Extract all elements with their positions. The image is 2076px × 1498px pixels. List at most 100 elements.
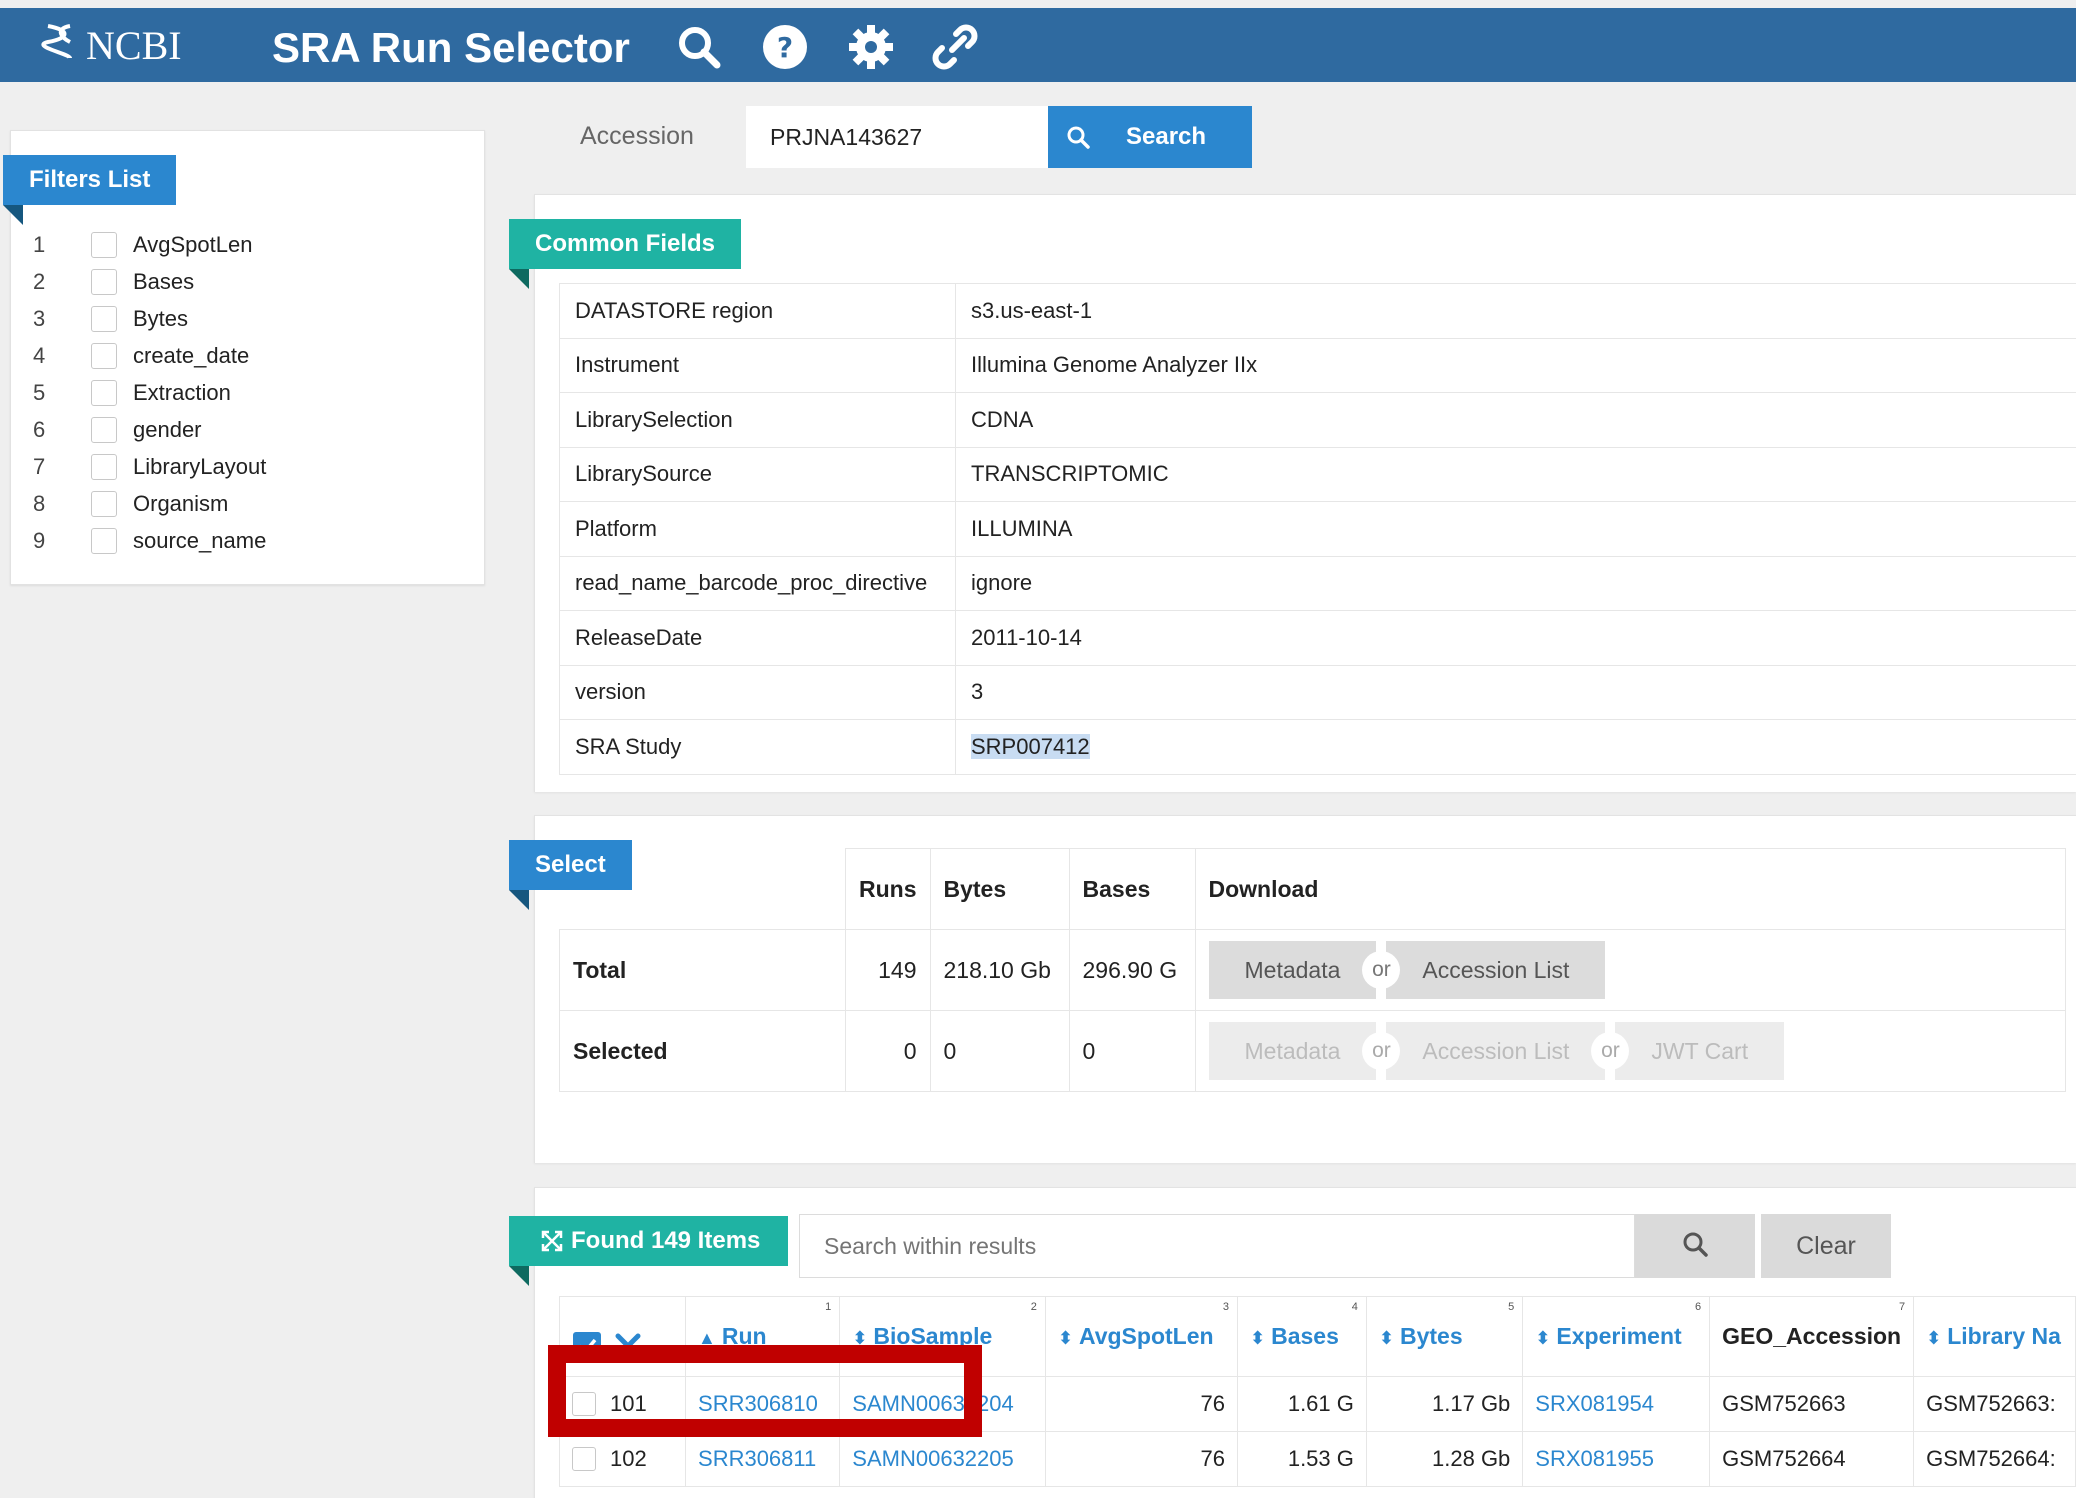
filter-checkbox[interactable] [91, 379, 117, 406]
field-key: LibrarySelection [559, 392, 956, 447]
field-key: DATASTORE region [559, 283, 956, 338]
search-icon[interactable] [674, 22, 724, 72]
select-panel: Select Runs Bytes Bases Download Total 1… [509, 815, 2076, 1163]
column-header-experiment[interactable]: ⬍ Experiment 6 [1522, 1296, 1711, 1377]
column-header-label: Library Na [1947, 1323, 2061, 1349]
field-key: read_name_barcode_proc_directive [559, 555, 956, 611]
field-value: ignore [955, 555, 2076, 611]
avgspotlen-cell: 76 [1044, 1376, 1239, 1432]
download-header: Download [1194, 848, 2066, 930]
filters-list-title: Filters List [29, 166, 151, 193]
jwt-cart-button[interactable]: JWT Cart [1615, 1022, 1785, 1080]
column-header-label: Bases [1271, 1323, 1339, 1349]
selected-metadata-button[interactable]: Metadata [1208, 1022, 1377, 1080]
column-header-avgspotlen[interactable]: ⬍ AvgSpotLen 3 [1044, 1296, 1239, 1377]
column-header-label: AvgSpotLen [1078, 1323, 1214, 1349]
filter-item[interactable]: 5 Extraction [33, 374, 266, 411]
field-key: version [559, 664, 956, 720]
selected-accession-list-button[interactable]: Accession List [1386, 1022, 1606, 1080]
geo-accession-cell: GSM752664 [1709, 1431, 1915, 1487]
filter-checkbox[interactable] [91, 416, 117, 443]
filter-item-label: LibraryLayout [133, 453, 267, 479]
selected-download-cell: Metadata or Accession List or JWT Cart [1194, 1010, 2066, 1092]
filter-item[interactable]: 3 Bytes [33, 300, 266, 337]
field-key: LibrarySource [559, 446, 956, 502]
filter-checkbox[interactable] [91, 490, 117, 517]
sra-study-link[interactable]: SRP007412 [971, 733, 1090, 759]
column-header-bytes[interactable]: ⬍ Bytes 5 [1365, 1296, 1524, 1377]
total-metadata-button[interactable]: Metadata [1208, 941, 1377, 999]
filter-item-label: Bases [133, 268, 195, 294]
filter-checkbox[interactable] [91, 231, 117, 258]
expand-icon[interactable] [541, 1230, 563, 1252]
bases-cell: 1.61 G [1237, 1376, 1367, 1432]
filter-item[interactable]: 9 source_name [33, 522, 266, 559]
filter-checkbox[interactable] [91, 453, 117, 480]
column-number: 5 [1508, 1301, 1515, 1313]
field-key: Instrument [559, 337, 956, 393]
column-header-geo-accession[interactable]: GEO_Accession 7 [1709, 1296, 1915, 1377]
filter-item[interactable]: 8 Organism [33, 485, 266, 522]
top-header: NCBI SRA Run Selector ? [0, 8, 2076, 82]
total-accession-list-button[interactable]: Accession List [1386, 941, 1606, 999]
table-row[interactable]: 102 SRR306811 SAMN00632205 76 1.53 G 1.2… [558, 1431, 2076, 1487]
column-number: 7 [1898, 1301, 1906, 1313]
bases-cell: 1.53 G [1237, 1431, 1367, 1487]
filter-checkbox[interactable] [91, 527, 117, 554]
column-header-library-name[interactable]: ⬍ Library Na [1913, 1296, 2076, 1377]
sort-icon: ⬍ [1250, 1328, 1266, 1348]
sort-icon: ⬍ [1926, 1328, 1942, 1348]
accession-label: Accession [580, 122, 694, 150]
filter-item-label: Bytes [133, 305, 189, 331]
common-field-row: LibrarySelection CDNA [559, 392, 2076, 447]
filter-checkbox[interactable] [91, 305, 117, 332]
link-icon[interactable] [930, 22, 980, 72]
filter-item[interactable]: 2 Bases [33, 263, 266, 300]
row-checkbox[interactable] [572, 1447, 596, 1471]
total-label: Total [559, 929, 846, 1011]
search-icon [1682, 1231, 1708, 1262]
help-icon[interactable]: ? [760, 22, 810, 72]
filter-item-label: AvgSpotLen [133, 231, 253, 257]
svg-text:?: ? [777, 31, 793, 64]
accession-input[interactable] [746, 106, 1048, 168]
biosample-link[interactable]: SAMN00632205 [839, 1431, 1046, 1487]
field-value: CDNA [955, 392, 2076, 447]
common-fields-title: Common Fields [535, 230, 716, 257]
selected-label: Selected [559, 1010, 846, 1092]
filter-checkbox[interactable] [91, 268, 117, 295]
field-value: Illumina Genome Analyzer IIx [955, 337, 2076, 393]
experiment-link[interactable]: SRX081954 [1522, 1376, 1711, 1432]
field-value: 2011-10-14 [955, 610, 2076, 665]
accession-search-button[interactable]: Search [1048, 106, 1252, 168]
clear-button[interactable]: Clear [1761, 1214, 1891, 1278]
column-number: 3 [1222, 1301, 1229, 1313]
common-field-row: Platform ILLUMINA [559, 501, 2076, 556]
filter-item[interactable]: 1 AvgSpotLen [33, 226, 266, 263]
filter-item[interactable]: 7 LibraryLayout [33, 448, 266, 485]
filter-checkbox[interactable] [91, 342, 117, 369]
field-key: SRA Study [559, 719, 956, 775]
run-link[interactable]: SRR306811 [685, 1431, 841, 1487]
column-header-label: Experiment [1556, 1323, 1682, 1349]
experiment-link[interactable]: SRX081955 [1522, 1431, 1711, 1487]
results-search-button[interactable] [1635, 1214, 1755, 1278]
column-header-bases[interactable]: ⬍ Bases 4 [1237, 1296, 1367, 1377]
filter-item-number: 1 [33, 231, 46, 257]
bytes-cell: 1.28 Gb [1365, 1431, 1524, 1487]
column-header-label: Bytes [1399, 1323, 1463, 1349]
search-within-results-input[interactable] [799, 1214, 1635, 1278]
filter-item[interactable]: 6 gender [33, 411, 266, 448]
select-header-blank [560, 849, 846, 930]
common-fields-ribbon: Common Fields [509, 219, 742, 289]
ncbi-logo[interactable]: NCBI [40, 20, 182, 70]
settings-icon[interactable] [846, 22, 896, 72]
filter-item[interactable]: 4 create_date [33, 337, 266, 374]
common-field-row: SRA Study SRP007412 [559, 719, 2076, 775]
avgspotlen-cell: 76 [1044, 1431, 1239, 1487]
filter-item-label: source_name [133, 527, 267, 553]
filters-panel: Filters List 1 AvgSpotLen 2 Bases 3 Bytes 4… [3, 130, 485, 585]
filter-item-number: 8 [33, 490, 46, 516]
column-number: 1 [825, 1301, 832, 1313]
column-header-label: GEO_Accession [1722, 1323, 1902, 1349]
